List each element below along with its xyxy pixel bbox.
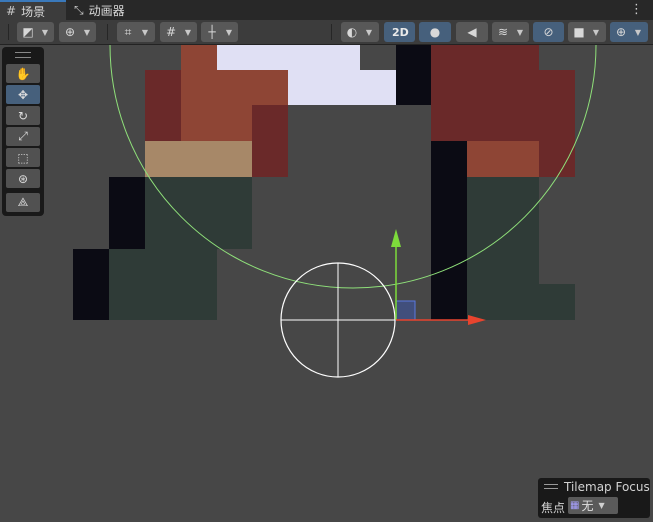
object-selection-gizmo[interactable]: [280, 262, 396, 378]
camera-icon: ■: [573, 25, 585, 39]
increment-snap-dropdown[interactable]: # ▼: [160, 22, 197, 42]
lighting-toggle[interactable]: ●: [419, 22, 451, 42]
shading-mode-dropdown[interactable]: ◐ ▼: [341, 22, 379, 42]
custom-tool-button[interactable]: ⟁: [6, 193, 40, 212]
tab-animator-label: 动画器: [88, 3, 125, 18]
toolbar-divider: [331, 24, 332, 40]
focus-dropdown[interactable]: ▦ 无 ▼: [568, 497, 618, 514]
tab-animator[interactable]: ⤡ 动画器: [68, 0, 138, 20]
animator-icon: ⤡: [74, 2, 84, 17]
effects-icon: ≋: [497, 25, 509, 39]
transform-tool-button[interactable]: ⊛: [6, 169, 40, 188]
y-axis-arrow[interactable]: [391, 229, 401, 247]
move-tool-button[interactable]: ✥: [6, 85, 40, 104]
toolbar-divider: [107, 24, 108, 40]
focus-value: 无: [581, 499, 594, 513]
tilemap-focus-overlay: Tilemap Focus 焦点 ▦ 无 ▼: [538, 478, 650, 518]
custom-tool-icon: ⟁: [17, 195, 29, 209]
ruler-icon: ┼: [208, 25, 216, 39]
rect-tool-button[interactable]: ⬚: [6, 148, 40, 167]
scale-tool-icon: ⤢: [18, 129, 28, 143]
draw-mode-dropdown[interactable]: ◩ ▼: [17, 22, 54, 42]
effects-dropdown[interactable]: ≋ ▼: [492, 22, 529, 42]
rotate-tool-icon: ↻: [17, 108, 29, 123]
gizmos-dropdown[interactable]: ⊕ ▼: [610, 22, 648, 42]
ruler-dropdown[interactable]: ┼ ▼: [201, 22, 238, 42]
tilemap-icon: ▦: [570, 500, 580, 511]
scene-viewport[interactable]: [0, 45, 653, 522]
lighting-icon: ●: [429, 25, 441, 39]
hidden-objects-icon: ⊘: [543, 25, 554, 39]
chevron-down-icon: ▼: [365, 27, 373, 37]
chevron-down-icon: ▼: [83, 27, 91, 37]
draw-mode-icon: ◩: [22, 25, 34, 39]
chevron-down-icon: ▼: [184, 27, 192, 37]
scene-canvas[interactable]: [0, 45, 653, 522]
drag-handle[interactable]: [544, 484, 558, 489]
scene-toolbar: ◩ ▼ ⊕ ▼ ⌗ ▼ # ▼ ┼ ▼ ◐ ▼ 2D ● ◀ ≋ ▼ ⊘ ■ ▼ ⊕ ▼: [0, 20, 653, 45]
tab-bar: # 场景 ⤡ 动画器 ⋮: [0, 0, 653, 20]
focus-label: 焦点: [541, 501, 566, 515]
rotate-tool-button[interactable]: ↻: [6, 106, 40, 125]
drag-handle[interactable]: [15, 52, 31, 58]
2d-mode-label: 2D: [392, 25, 409, 39]
grid-snap-dropdown[interactable]: ⌗ ▼: [117, 22, 155, 42]
tilemap-sprite-left: [73, 45, 288, 320]
tab-scene[interactable]: # 场景: [0, 0, 66, 20]
hand-tool-button[interactable]: ✋: [6, 64, 40, 83]
chevron-down-icon: ▼: [141, 27, 149, 37]
grid-icon: #: [6, 4, 17, 18]
hidden-objects-toggle[interactable]: ⊘: [533, 22, 564, 42]
tilemap-sprite-right: [396, 45, 575, 320]
xy-plane-handle[interactable]: [395, 300, 416, 321]
grid-snap-icon: ⌗: [124, 24, 132, 39]
chevron-down-icon: ▼: [516, 27, 524, 37]
tool-palette: ✋ ✥ ↻ ⤢ ⬚ ⊛ ⟁: [2, 47, 44, 216]
increment-snap-icon: #: [165, 25, 177, 39]
overlay-title: Tilemap Focus: [564, 480, 650, 494]
chevron-down-icon: ▼: [225, 27, 233, 37]
chevron-down-icon: ▼: [634, 27, 642, 37]
shading-icon: ◐: [346, 25, 358, 39]
2d-mode-toggle[interactable]: 2D: [384, 22, 415, 42]
camera-dropdown[interactable]: ■ ▼: [568, 22, 606, 42]
global-icon: ⊕: [64, 25, 76, 39]
scale-tool-button[interactable]: ⤢: [6, 127, 40, 146]
audio-toggle[interactable]: ◀: [456, 22, 488, 42]
chevron-down-icon: ▼: [592, 27, 600, 37]
transform-tool-icon: ⊛: [17, 171, 29, 186]
global-toggle-dropdown[interactable]: ⊕ ▼: [59, 22, 96, 42]
toolbar-divider: [8, 24, 9, 40]
tab-scene-label: 场景: [21, 4, 46, 19]
move-tool-icon: ✥: [17, 87, 29, 102]
chevron-down-icon: ▼: [598, 501, 605, 510]
hand-tool-icon: ✋: [15, 66, 31, 81]
rect-tool-icon: ⬚: [17, 150, 29, 165]
more-options-icon[interactable]: ⋮: [630, 2, 643, 17]
chevron-down-icon: ▼: [41, 27, 49, 37]
audio-mute-icon: ◀: [467, 25, 477, 39]
gizmo-icon: ⊕: [615, 25, 627, 39]
